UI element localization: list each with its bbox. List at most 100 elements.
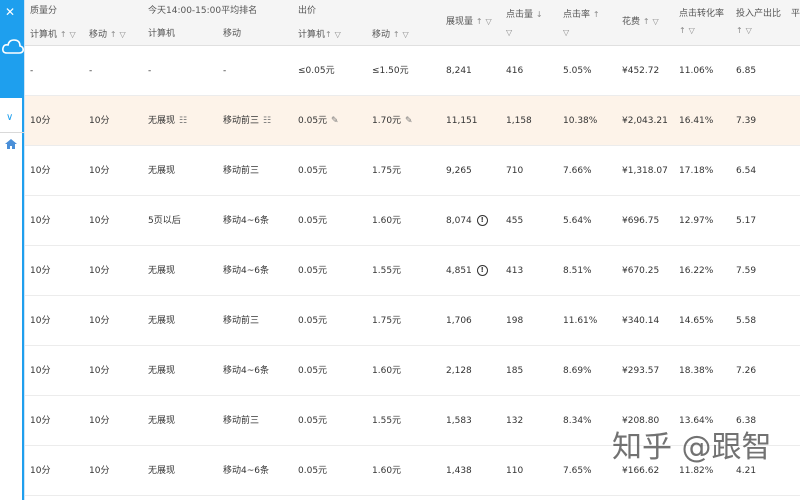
- cell-impressions: 8,074!: [446, 196, 488, 246]
- cell-impressions: 8,241: [446, 66, 472, 76]
- cell-bid-mobile: ≤1.50元: [372, 66, 409, 76]
- cell-bid-pc: 0.05元: [298, 216, 328, 226]
- header-roi-controls[interactable]: ↑ ▽: [736, 25, 752, 37]
- table-row[interactable]: 10分 10分 无展现 移动4~6条 0.05元 1.55元 4,851! 41…: [25, 246, 800, 296]
- home-icon[interactable]: [4, 138, 18, 150]
- cell-impressions: 11,151: [446, 116, 478, 126]
- sidebar-active-line: [22, 98, 24, 500]
- cell-bid-mobile: 1.75元: [372, 316, 402, 326]
- table-row[interactable]: 10分 10分 5页以后 移动4~6条 0.05元 1.60元 8,074! 4…: [25, 196, 800, 246]
- cell-bid-mobile: 1.60元: [372, 216, 402, 226]
- table-row[interactable]: 10分 10分 无展现 移动前三 0.05元 1.75元 1,706 198 1…: [25, 296, 800, 346]
- cloud-icon[interactable]: [2, 38, 24, 56]
- cell-quality-pc: -: [30, 66, 34, 76]
- cell-bid-pc: 0.05元: [298, 166, 328, 176]
- filter-icon[interactable]: ▽: [69, 30, 75, 39]
- filter-icon[interactable]: ▽: [402, 30, 408, 39]
- filter-icon[interactable]: ▽: [335, 30, 341, 39]
- cell-quality-pc: 10分: [30, 166, 51, 176]
- cell-ctr: 8.34%: [563, 416, 592, 426]
- filter-icon[interactable]: ▽: [119, 30, 125, 39]
- cell-bid-mobile: 1.60元: [372, 466, 402, 476]
- sort-icon[interactable]: ↑: [476, 17, 483, 26]
- cell-roi: 7.26: [736, 366, 757, 376]
- cell-ctr: 11.61%: [563, 316, 598, 326]
- header-bid-group: 出价: [298, 6, 317, 16]
- filter-icon[interactable]: ▽: [485, 17, 491, 26]
- cell-conversion: 14.65%: [679, 316, 714, 326]
- header-quality-mobile[interactable]: 移动 ↑ ▽: [89, 29, 126, 41]
- cell-clicks: 110: [506, 466, 524, 476]
- info-icon[interactable]: !: [476, 215, 488, 226]
- cell-clicks: 1,158: [506, 116, 532, 126]
- cell-rank-pc: 无展现: [148, 166, 176, 176]
- cell-rank-pc: 无展现 ☷: [148, 116, 188, 126]
- cell-rank-pc: 无展现: [148, 466, 176, 476]
- rank-list-icon[interactable]: ☷: [263, 116, 271, 126]
- cell-rank-mobile: 移动前三: [223, 316, 260, 326]
- cell-rank-mobile: 移动4~6条: [223, 216, 269, 226]
- info-icon[interactable]: !: [476, 265, 488, 276]
- header-ctr-filter[interactable]: ▽: [563, 27, 569, 39]
- cell-roi: 6.54: [736, 166, 757, 176]
- header-conversion-controls[interactable]: ↑ ▽: [679, 25, 695, 37]
- cell-rank-pc: 5页以后: [148, 216, 181, 226]
- cell-cost: ¥293.57: [622, 366, 660, 376]
- sort-icon[interactable]: ↑: [593, 10, 600, 19]
- filter-icon[interactable]: ▽: [689, 26, 695, 35]
- cell-quality-pc: 10分: [30, 366, 51, 376]
- cell-rank-mobile: 移动前三 ☷: [223, 116, 272, 126]
- filter-icon[interactable]: ▽: [746, 26, 752, 35]
- zhihu-watermark: 知乎 @跟智: [612, 430, 772, 465]
- cell-quality-mobile: 10分: [89, 116, 110, 126]
- header-conversion: 点击转化率: [679, 9, 725, 19]
- sort-icon[interactable]: ↑: [679, 26, 686, 35]
- sort-desc-icon[interactable]: ↓: [536, 10, 543, 19]
- table-row[interactable]: 10分 10分 无展现 移动前三 0.05元 1.75元 9,265 710 7…: [25, 146, 800, 196]
- cell-bid-pc: 0.05元: [298, 316, 328, 326]
- header-rank-mobile: 移动: [223, 29, 242, 39]
- cell-quality-mobile: 10分: [89, 466, 110, 476]
- header-roi: 投入产出比: [736, 9, 782, 19]
- edit-icon[interactable]: ✎: [405, 116, 413, 126]
- cell-bid-pc: 0.05元 ✎: [298, 116, 339, 126]
- left-sidebar: ✕ ∨: [0, 0, 25, 500]
- cell-cost: ¥1,318.07: [622, 166, 668, 176]
- cell-quality-mobile: -: [89, 66, 93, 76]
- cell-clicks: 413: [506, 266, 524, 276]
- header-quality-pc[interactable]: 计算机 ↑ ▽: [30, 29, 76, 41]
- header-clicks-filter[interactable]: ▽: [506, 27, 512, 39]
- table-row[interactable]: 10分 10分 无展现 移动4~6条 0.05元 1.60元 2,128 185…: [25, 346, 800, 396]
- cell-rank-pc: -: [148, 66, 152, 76]
- table-row[interactable]: 10分 10分 无展现 ☷ 移动前三 ☷ 0.05元 ✎ 1.70元 ✎ 11,151 …: [25, 96, 800, 146]
- cell-roi: 6.85: [736, 66, 757, 76]
- cell-ctr: 5.05%: [563, 66, 592, 76]
- sort-icon[interactable]: ↑: [736, 26, 743, 35]
- edit-icon[interactable]: ✎: [331, 116, 339, 126]
- header-cost[interactable]: 花费 ↑ ▽: [622, 16, 659, 28]
- filter-icon[interactable]: ▽: [652, 17, 658, 26]
- sort-icon[interactable]: ↑: [325, 30, 332, 39]
- filter-icon[interactable]: ▽: [563, 28, 569, 37]
- header-bid-pc[interactable]: 计算机↑ ▽: [298, 29, 341, 41]
- sort-icon[interactable]: ↑: [393, 30, 400, 39]
- sort-icon[interactable]: ↑: [60, 30, 67, 39]
- header-clicks[interactable]: 点击量 ↓: [506, 9, 543, 21]
- header-impressions[interactable]: 展现量 ↑ ▽: [446, 16, 492, 28]
- cell-impressions: 9,265: [446, 166, 472, 176]
- table-row[interactable]: - - - - ≤0.05元 ≤1.50元 8,241 416 5.05% ¥4…: [25, 46, 800, 96]
- header-bid-mobile[interactable]: 移动 ↑ ▽: [372, 29, 409, 41]
- close-icon[interactable]: ✕: [5, 6, 15, 18]
- rank-list-icon[interactable]: ☷: [179, 116, 187, 126]
- cell-quality-mobile: 10分: [89, 216, 110, 226]
- header-ctr[interactable]: 点击率 ↑: [563, 9, 600, 21]
- cell-cost: ¥452.72: [622, 66, 660, 76]
- chevron-down-icon[interactable]: ∨: [6, 113, 13, 123]
- cell-conversion: 16.22%: [679, 266, 714, 276]
- cell-bid-mobile: 1.60元: [372, 366, 402, 376]
- cell-impressions: 1,438: [446, 466, 472, 476]
- sort-icon[interactable]: ↑: [110, 30, 117, 39]
- filter-icon[interactable]: ▽: [506, 28, 512, 37]
- cell-rank-mobile: 移动前三: [223, 416, 260, 426]
- sort-icon[interactable]: ↑: [643, 17, 650, 26]
